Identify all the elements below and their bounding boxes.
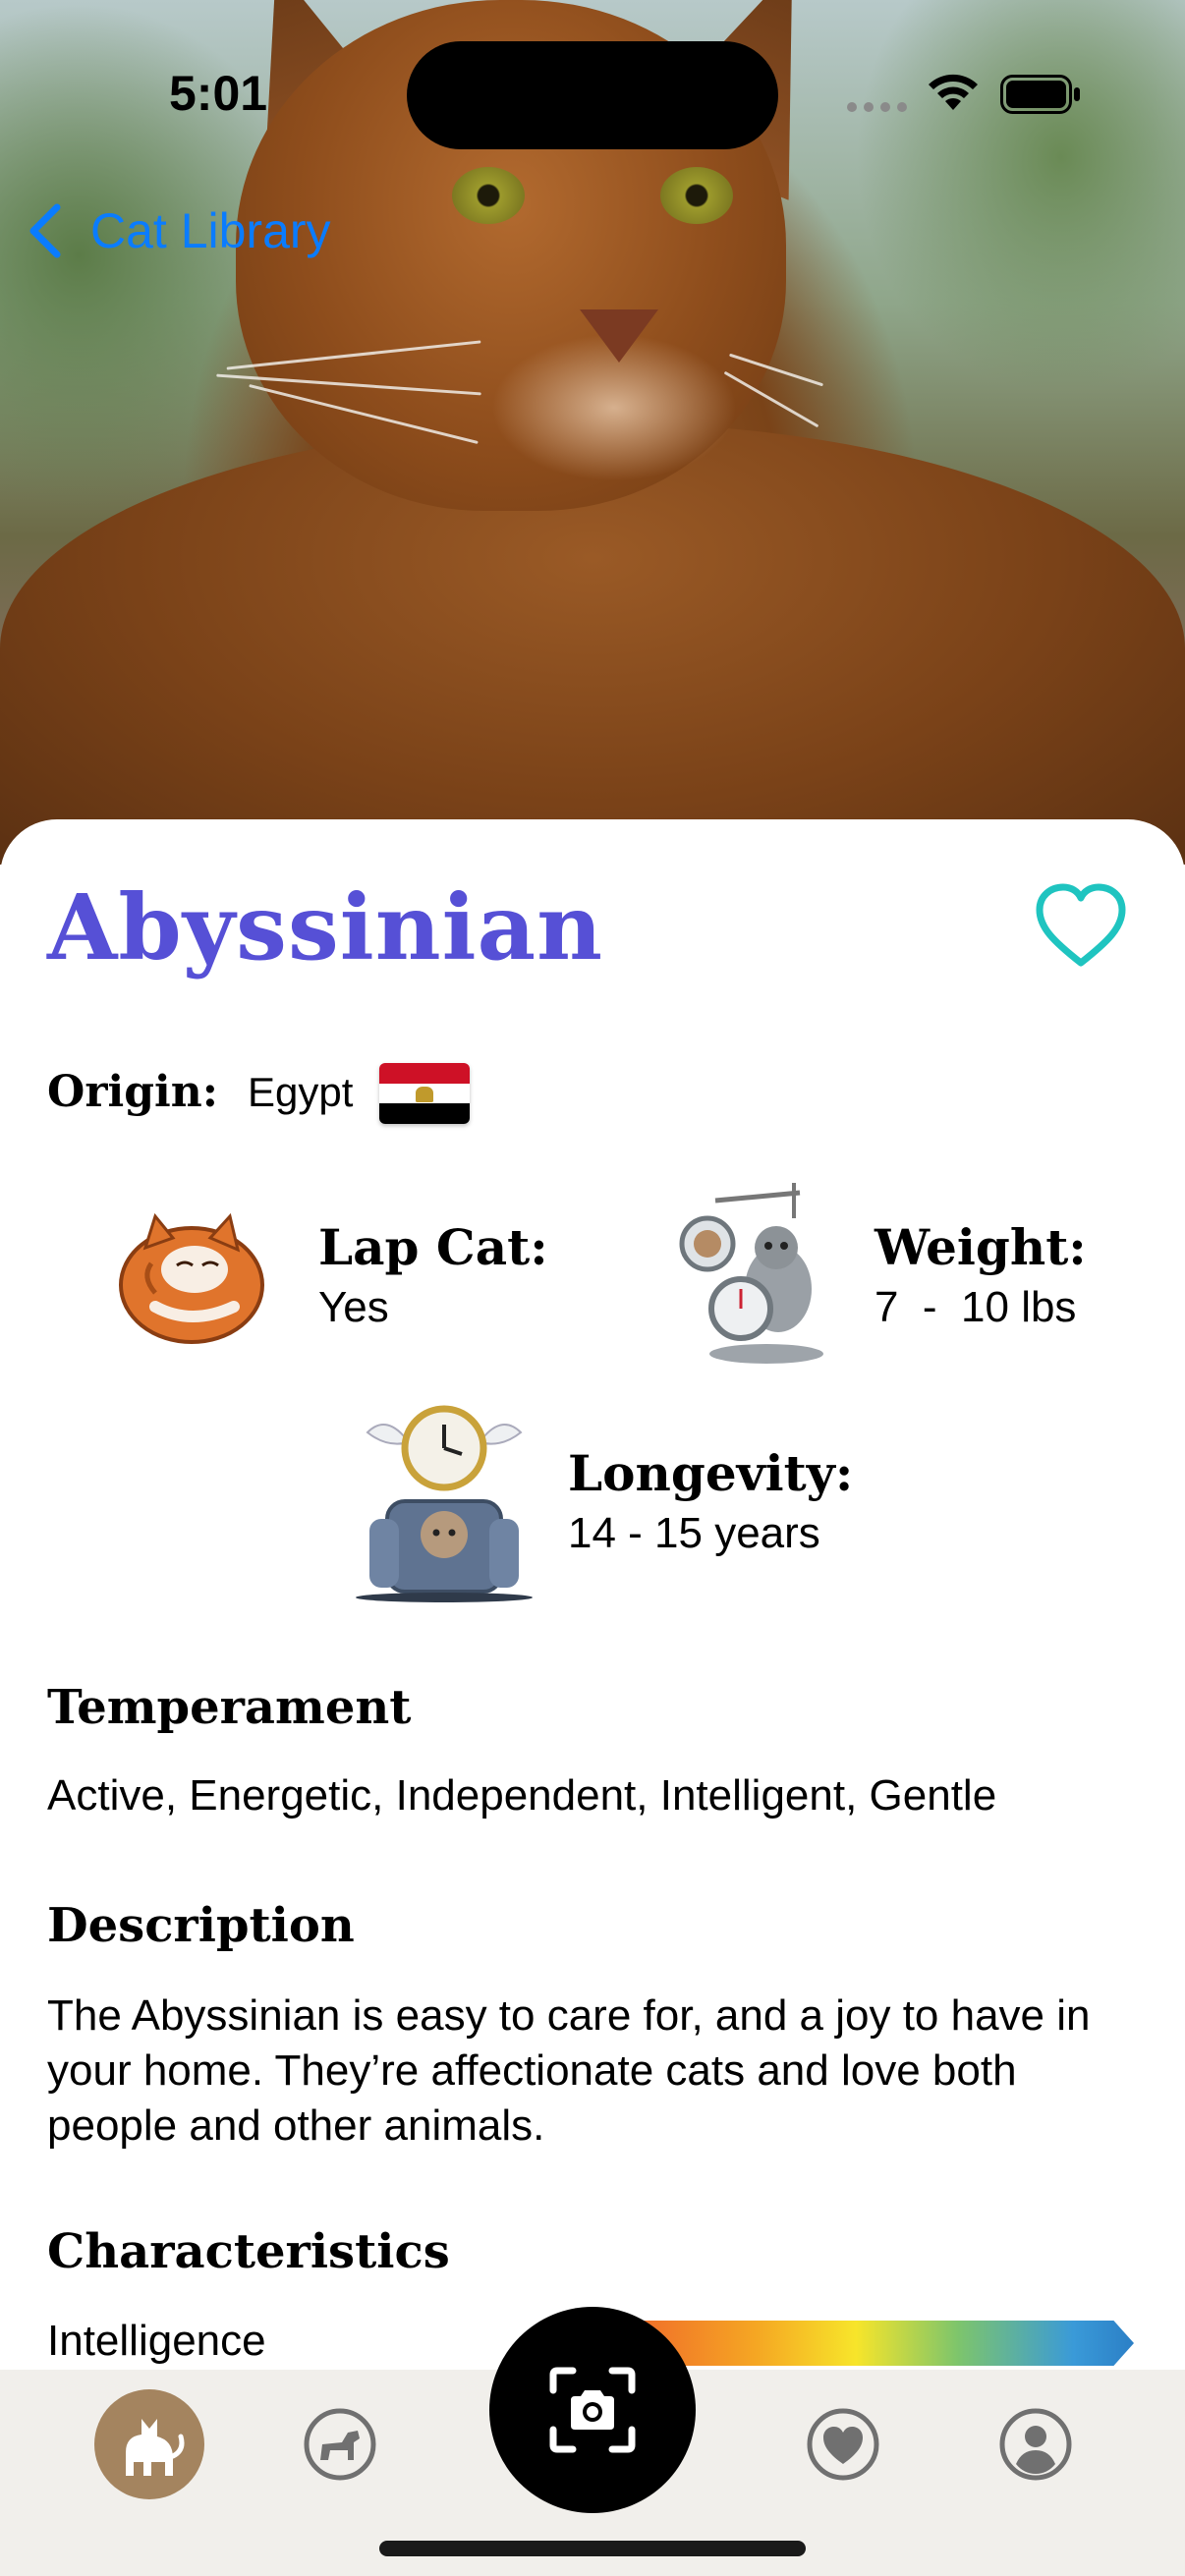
lap-cat-value: Yes bbox=[318, 1283, 389, 1331]
camera-scan-icon bbox=[549, 2367, 636, 2453]
description-text: The Abyssinian is easy to care for, and … bbox=[47, 1991, 1091, 2150]
weight-value: 7 - 10 lbs bbox=[875, 1283, 1077, 1331]
longevity-clock-illustration bbox=[356, 1405, 533, 1602]
wifi-icon bbox=[929, 74, 978, 110]
home-indicator bbox=[379, 2541, 806, 2556]
status-time: 5:01 bbox=[169, 66, 268, 121]
temperament-heading: Temperament bbox=[47, 1680, 412, 1735]
egypt-flag-icon bbox=[379, 1063, 470, 1124]
tab-dogs[interactable] bbox=[303, 2407, 377, 2482]
favorite-button[interactable] bbox=[1034, 882, 1128, 971]
intelligence-rating-bar bbox=[629, 2321, 1134, 2366]
description-heading: Description bbox=[47, 1898, 355, 1953]
longevity-value: 14 - 15 years bbox=[568, 1509, 820, 1557]
lap-cat-label: Lap Cat: bbox=[318, 1218, 548, 1276]
origin-label: Origin: bbox=[47, 1067, 218, 1117]
tab-favorites[interactable] bbox=[806, 2407, 880, 2482]
cat-eye-left bbox=[452, 167, 525, 224]
temperament-text: Active, Energetic, Independent, Intellig… bbox=[47, 1771, 997, 1820]
heart-icon bbox=[1036, 883, 1126, 967]
back-button[interactable]: Cat Library bbox=[24, 196, 331, 265]
cat-icon bbox=[126, 2419, 185, 2476]
tab-camera[interactable] bbox=[489, 2307, 696, 2513]
battery-icon bbox=[1000, 75, 1080, 114]
person-icon bbox=[999, 2408, 1072, 2481]
tab-cats[interactable] bbox=[94, 2389, 204, 2499]
cat-eye-right bbox=[660, 167, 733, 224]
origin-value: Egypt bbox=[248, 1069, 354, 1115]
dynamic-island bbox=[407, 41, 778, 149]
longevity-label: Longevity: bbox=[568, 1444, 854, 1502]
heart-icon bbox=[807, 2408, 879, 2481]
characteristics-heading: Characteristics bbox=[47, 2224, 450, 2279]
tab-profile[interactable] bbox=[998, 2407, 1073, 2482]
chevron-left-icon bbox=[29, 203, 61, 258]
breed-title: Abyssinian bbox=[47, 874, 604, 980]
cat-muzzle bbox=[491, 334, 737, 481]
weight-scale-illustration bbox=[679, 1183, 823, 1364]
cellular-signal-icon bbox=[847, 102, 908, 112]
back-button-label: Cat Library bbox=[90, 203, 331, 258]
lap-cat-illustration bbox=[119, 1212, 264, 1344]
dog-icon bbox=[304, 2408, 376, 2481]
weight-label: Weight: bbox=[875, 1218, 1087, 1276]
characteristic-label: Intelligence bbox=[47, 2317, 266, 2365]
